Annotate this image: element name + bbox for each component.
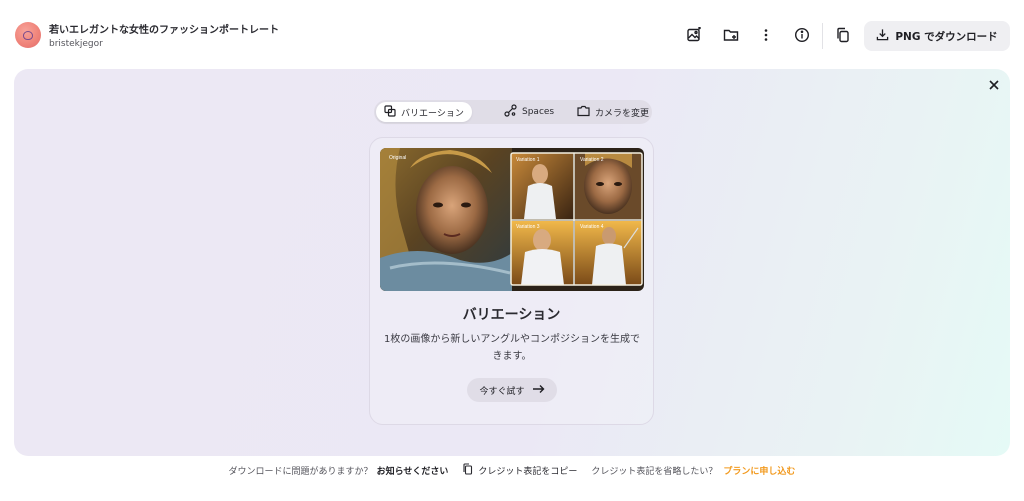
preview-label-variation-1: Variation 1 <box>516 157 540 163</box>
page-title: 若いエレガントな女性のファッションポートレート <box>49 25 279 36</box>
download-icon <box>876 28 889 44</box>
tab-change-camera-label: カメラを変更 <box>595 108 650 119</box>
copy-credit-label: クレジット表記をコピー <box>478 466 578 477</box>
avatar[interactable] <box>15 22 41 48</box>
tab-spaces-label: Spaces <box>522 107 555 117</box>
footer-question: ダウンロードに問題がありますか？ <box>228 466 373 477</box>
copy-icon[interactable] <box>833 25 853 45</box>
preview-label-variation-2: Variation 2 <box>580 157 604 163</box>
header-bar: 若いエレガントな女性のファッションポートレート bristekjegor PNG… <box>0 0 1024 68</box>
download-png-button[interactable]: PNG でダウンロード <box>864 21 1010 51</box>
camera-icon <box>577 105 590 120</box>
preview-label-variation-4: Variation 4 <box>580 224 604 230</box>
arrow-right-icon <box>532 384 545 397</box>
variations-preview-image: Original Variation 1 Variation 2 Variati… <box>380 148 644 291</box>
tab-variations-label: バリエーション <box>401 108 464 119</box>
variations-icon <box>384 104 396 120</box>
card-description: 1枚の画像から新しいアングルやコンポジションを生成できます。 <box>384 334 640 362</box>
download-label: PNG でダウンロード <box>895 30 998 43</box>
tab-variations[interactable]: バリエーション <box>376 102 472 122</box>
subscribe-plan-link[interactable]: プランに申し込む <box>723 464 795 477</box>
spaces-icon <box>504 104 517 120</box>
info-icon[interactable] <box>792 25 812 45</box>
tab-spaces[interactable]: Spaces <box>496 102 562 122</box>
try-now-label: 今すぐ試す <box>479 386 525 397</box>
feature-tabs: バリエーション Spaces カメラを変更 <box>374 100 652 124</box>
image-edit-icon[interactable] <box>684 25 704 45</box>
copy-credit-button[interactable]: クレジット表記をコピー <box>462 462 578 478</box>
copy-credit-icon <box>462 462 473 478</box>
try-now-button[interactable]: 今すぐ試す <box>467 378 557 402</box>
header-divider <box>822 23 823 49</box>
variations-card: Original Variation 1 Variation 2 Variati… <box>369 137 654 425</box>
preview-label-variation-3: Variation 3 <box>516 224 540 230</box>
preview-label-original: Original <box>389 155 406 161</box>
omit-credit-question: クレジット表記を省略したい？ <box>591 466 718 477</box>
more-vertical-icon[interactable] <box>756 25 776 45</box>
author-link[interactable]: bristekjegor <box>49 39 103 49</box>
folder-add-icon[interactable] <box>721 25 741 45</box>
variations-panel: バリエーション Spaces カメラを変更 Original Variation… <box>14 69 1010 456</box>
card-title: バリエーション <box>462 307 561 323</box>
tab-change-camera[interactable]: カメラを変更 <box>569 102 657 122</box>
close-icon[interactable] <box>986 77 1002 93</box>
download-footer: ダウンロードに問題がありますか？ お知らせください クレジット表記をコピー クレ… <box>0 462 1024 478</box>
report-issue-link[interactable]: お知らせください <box>377 464 449 477</box>
